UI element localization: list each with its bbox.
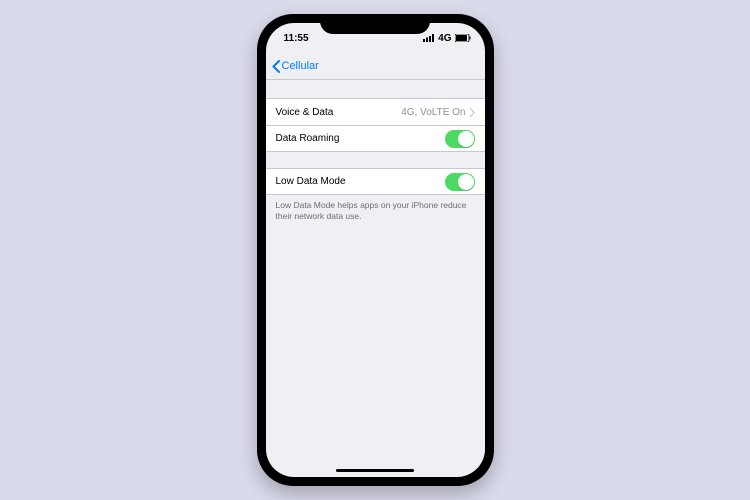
voice-data-label: Voice & Data [276,107,334,118]
data-roaming-row: Data Roaming [266,125,485,152]
settings-group-2: Low Data Mode [266,168,485,195]
chevron-right-icon [470,108,475,117]
low-data-mode-row: Low Data Mode [266,168,485,195]
phone-frame: 11:55 4G Cellular Voice & Data 4G, VoLTE… [257,14,494,486]
data-roaming-label: Data Roaming [276,133,340,144]
settings-group-1: Voice & Data 4G, VoLTE On Data Roaming [266,98,485,152]
nav-bar: Cellular [266,53,485,80]
back-label: Cellular [282,60,319,72]
status-time: 11:55 [284,33,309,44]
battery-icon [455,34,471,42]
voice-data-row[interactable]: Voice & Data 4G, VoLTE On [266,98,485,125]
status-network: 4G [438,33,451,44]
voice-data-right: 4G, VoLTE On [401,107,474,118]
low-data-mode-footer: Low Data Mode helps apps on your iPhone … [266,195,485,222]
home-indicator[interactable] [336,469,414,472]
status-right: 4G [423,33,470,44]
screen: 11:55 4G Cellular Voice & Data 4G, VoLTE… [266,23,485,477]
low-data-mode-toggle[interactable] [445,173,475,191]
voice-data-value: 4G, VoLTE On [401,107,465,118]
notch [320,14,430,34]
signal-bars-icon [423,34,435,42]
chevron-left-icon [272,60,280,73]
data-roaming-toggle[interactable] [445,130,475,148]
back-button[interactable]: Cellular [272,60,319,73]
low-data-mode-label: Low Data Mode [276,176,346,187]
